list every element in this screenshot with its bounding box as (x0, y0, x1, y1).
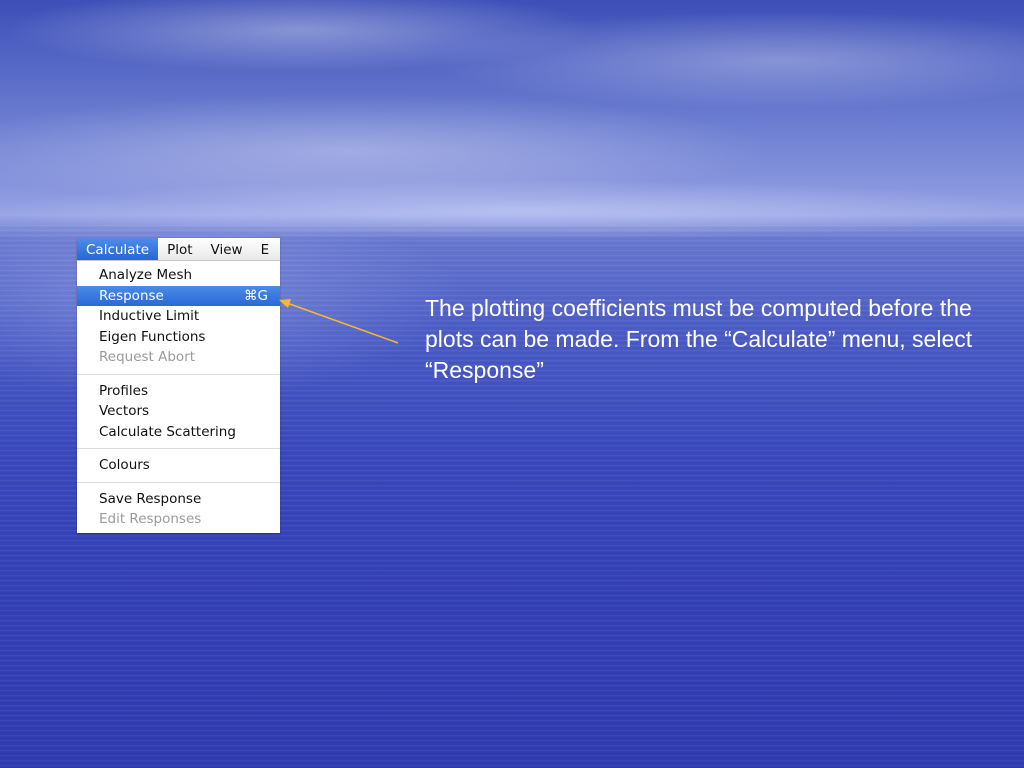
menu-item-label: Eigen Functions (99, 328, 206, 345)
menu-separator (77, 368, 280, 381)
menu-item-colours[interactable]: Colours (77, 455, 280, 476)
menu-item-label: Vectors (99, 403, 150, 419)
menu-item-label: Profiles (99, 382, 149, 399)
menu-item-label: Edit Responses (99, 511, 202, 527)
menu-items: Analyze Mesh Response ⌘G Inductive Limit… (77, 261, 280, 530)
menu-title-view[interactable]: View (202, 238, 252, 260)
menu-item-save-response[interactable]: Save Response (77, 489, 280, 510)
menu-item-response[interactable]: Response ⌘G (77, 285, 280, 306)
menu-title-plot[interactable]: Plot (158, 238, 201, 260)
arrow-head (279, 299, 291, 308)
menu-item-label: Colours (99, 457, 150, 473)
menu-item-label: Save Response (99, 490, 202, 507)
menu-item-label: Response (99, 287, 164, 304)
menu-title-calculate[interactable]: Calculate (77, 238, 159, 260)
menu-title-edit-truncated[interactable]: E (252, 238, 279, 260)
menubar: Calculate Plot View E (77, 238, 280, 261)
menu-item-eigen-functions[interactable]: Eigen Functions (77, 327, 280, 348)
menu-item-shortcut: ⌘G (244, 287, 268, 304)
menu-item-calculate-scattering[interactable]: Calculate Scattering (77, 422, 280, 443)
menu-item-edit-responses: Edit Responses (77, 509, 280, 530)
menu-item-label: Calculate Scattering (99, 423, 236, 440)
calculate-menu-screenshot: Calculate Plot View E Analyze Mesh Respo… (77, 238, 280, 533)
arrow-line (286, 302, 399, 344)
menu-item-label: Inductive Limit (99, 308, 200, 324)
instruction-caption: The plotting coefficients must be comput… (425, 295, 973, 383)
menu-item-request-abort: Request Abort (77, 347, 280, 368)
menu-item-label: Request Abort (99, 349, 196, 365)
menu-item-inductive-limit[interactable]: Inductive Limit (77, 306, 280, 327)
menu-item-label: Analyze Mesh (99, 267, 193, 283)
menu-item-profiles[interactable]: Profiles (77, 381, 280, 402)
menu-item-vectors[interactable]: Vectors (77, 401, 280, 422)
menu-item-analyze-mesh[interactable]: Analyze Mesh (77, 265, 280, 286)
menu-separator (77, 476, 280, 489)
menu-separator (77, 442, 280, 455)
